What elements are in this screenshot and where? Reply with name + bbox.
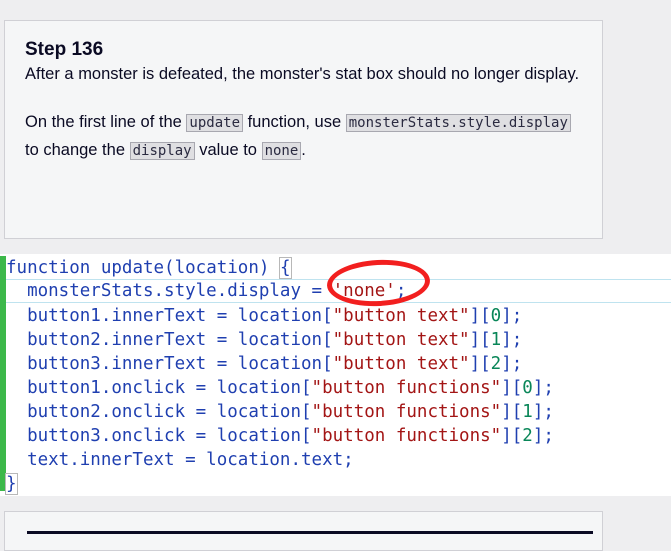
- code-text: button3.onclick = location[: [6, 426, 312, 446]
- code-line-7[interactable]: button2.onclick = location["button funct…: [6, 400, 554, 424]
- code-text: button3.innerText = location[: [6, 354, 333, 374]
- code-line-10[interactable]: }: [5, 472, 18, 496]
- code-text: ];: [532, 402, 554, 422]
- instruction-text: function, use: [243, 113, 346, 131]
- code-text: ][: [469, 354, 491, 374]
- code-text: ][: [501, 378, 523, 398]
- code-text: text.innerText = location.text;: [6, 450, 354, 470]
- inline-code-monsterstats: monsterStats.style.display: [345, 114, 571, 132]
- inline-code-none: none: [261, 142, 302, 160]
- code-line-3[interactable]: button1.innerText = location["button tex…: [6, 304, 522, 328]
- step-description: After a monster is defeated, the monster…: [25, 65, 580, 83]
- instruction-text: value to: [194, 141, 262, 159]
- string-literal: "button text": [332, 306, 470, 326]
- code-text: button1.onclick = location[: [6, 378, 312, 398]
- function-signature: update(location): [90, 258, 280, 278]
- string-literal: "button functions": [311, 378, 502, 398]
- step-instructions-card: Step 136 After a monster is defeated, th…: [4, 20, 603, 239]
- code-text: monsterStats.style.display =: [6, 281, 333, 301]
- code-text: button1.innerText = location[: [6, 306, 333, 326]
- instruction-text: On the first line of the: [25, 113, 187, 131]
- open-brace: {: [278, 257, 292, 279]
- code-text: ];: [532, 426, 554, 446]
- string-literal: "button text": [332, 330, 470, 350]
- code-line-5[interactable]: button3.innerText = location["button tex…: [6, 352, 522, 376]
- close-brace: }: [5, 473, 18, 495]
- number-literal: 1: [490, 330, 502, 350]
- number-literal: 0: [490, 306, 502, 326]
- code-text: ][: [501, 426, 523, 446]
- code-line-4[interactable]: button2.innerText = location["button tex…: [6, 328, 522, 352]
- code-text: ];: [501, 354, 523, 374]
- code-line-6[interactable]: button1.onclick = location["button funct…: [6, 376, 554, 400]
- keyword-function: function: [6, 258, 91, 278]
- code-text: button2.innerText = location[: [6, 330, 333, 350]
- number-literal: 2: [522, 426, 533, 446]
- string-literal: "button functions": [311, 426, 502, 446]
- number-literal: 2: [490, 354, 502, 374]
- inline-code-update: update: [186, 114, 243, 132]
- code-line-8[interactable]: button3.onclick = location["button funct…: [6, 424, 554, 448]
- code-text: ];: [501, 330, 523, 350]
- code-line-9[interactable]: text.innerText = location.text;: [6, 448, 354, 472]
- step-title: Step 136: [25, 39, 104, 60]
- instruction-text: .: [301, 141, 306, 159]
- code-text: ];: [532, 378, 554, 398]
- code-text: ][: [501, 402, 523, 422]
- number-literal: 1: [522, 402, 533, 422]
- string-literal: "button functions": [311, 402, 502, 422]
- code-text: ];: [501, 306, 523, 326]
- instruction-text: to change the: [25, 141, 130, 159]
- string-literal: "button text": [332, 354, 470, 374]
- code-text: button2.onclick = location[: [6, 402, 312, 422]
- code-line-1[interactable]: function update(location) {: [6, 256, 292, 280]
- inline-code-display: display: [129, 142, 195, 160]
- number-literal: 0: [522, 378, 533, 398]
- code-text: ][: [469, 306, 491, 326]
- next-panel: [4, 511, 603, 551]
- step-instruction: On the first line of the update function…: [25, 109, 582, 165]
- code-text: ][: [469, 330, 491, 350]
